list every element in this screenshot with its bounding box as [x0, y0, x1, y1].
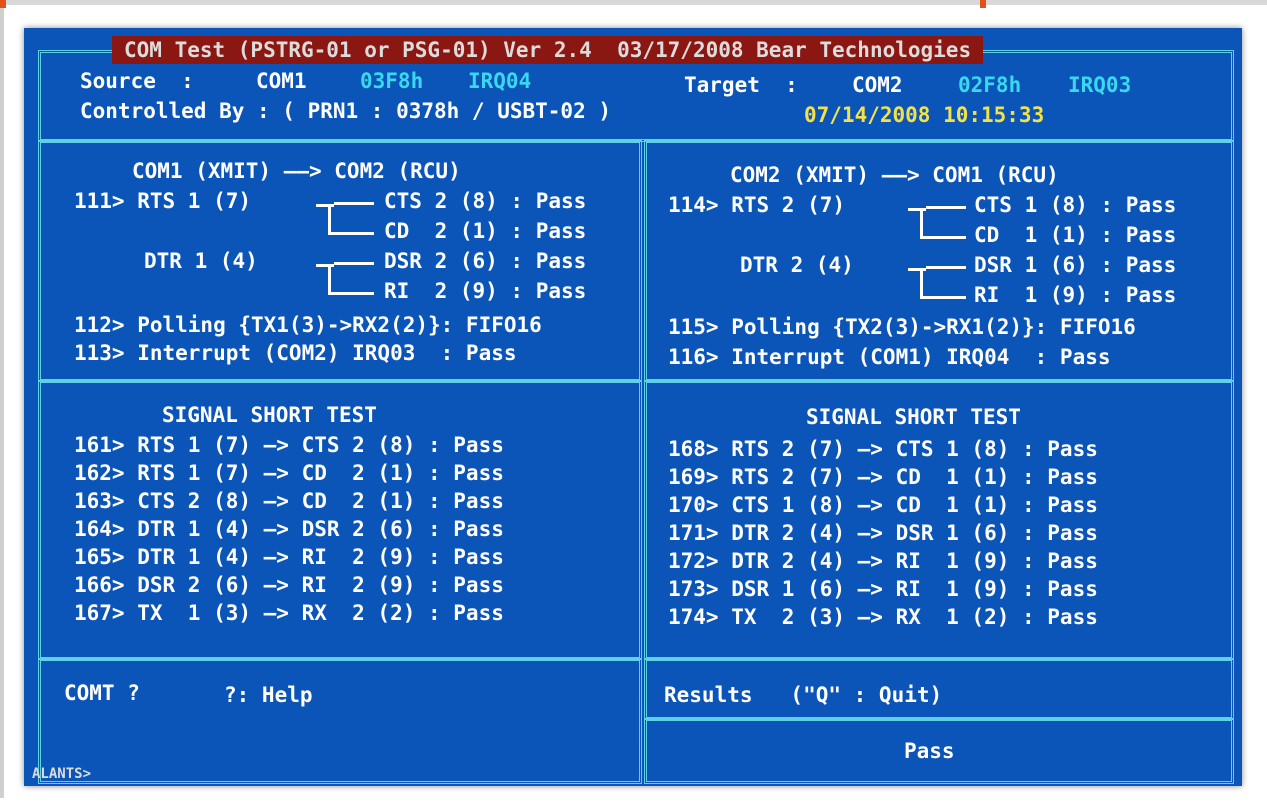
frame-edge — [0, 8, 4, 798]
left-line-cts: CTS 2 (8) : Pass — [384, 189, 587, 213]
help-hint: ?: Help — [224, 683, 313, 707]
left-line-ri: RI 2 (9) : Pass — [384, 279, 587, 303]
command-prompt[interactable]: COMT ? — [64, 680, 140, 707]
short-left-row: 161> RTS 1 (7) —> CTS 2 (8) : Pass — [74, 433, 504, 457]
browser-top-line — [0, 0, 1267, 5]
command-panel[interactable] — [38, 658, 642, 784]
source-port: COM1 — [256, 69, 307, 93]
short-left-row: 164> DTR 1 (4) —> DSR 2 (6) : Pass — [74, 517, 504, 541]
right-line-116: 116> Interrupt (COM1) IRQ04 : Pass — [668, 345, 1111, 369]
short-left-row: 167> TX 1 (3) —> RX 2 (2) : Pass — [74, 601, 504, 625]
short-right-row: 170> CTS 1 (8) —> CD 1 (1) : Pass — [668, 493, 1098, 517]
short-right-row: 171> DTR 2 (4) —> DSR 1 (6) : Pass — [668, 521, 1098, 545]
source-irq: IRQ04 — [468, 69, 532, 93]
right-line-cd: CD 1 (1) : Pass — [974, 223, 1177, 247]
short-right-row: 173> DSR 1 (6) —> RI 1 (9) : Pass — [668, 577, 1098, 601]
right-line-dtr: DTR 2 (4) — [740, 253, 854, 277]
left-line-112: 112> Polling {TX1(3)->RX2(2)}: FIFO16 — [74, 313, 542, 337]
right-line-dsr: DSR 1 (6) : Pass — [974, 253, 1177, 277]
short-left-row: 165> DTR 1 (4) —> RI 2 (9) : Pass — [74, 545, 504, 569]
left-line-cd: CD 2 (1) : Pass — [384, 219, 587, 243]
controlled-by: Controlled By : ( PRN1 : 0378h / USBT-02… — [80, 99, 612, 123]
source-label: Source : — [80, 69, 194, 93]
results-label: Results ("Q" : Quit) — [664, 683, 943, 707]
dos-screen: COM Test (PSTRG-01 or PSG-01) Ver 2.4 03… — [24, 28, 1242, 786]
frame-edge-right-mark — [980, 0, 986, 8]
left-loop-heading: COM1 (XMIT) ——> COM2 (RCU) — [132, 159, 461, 183]
target-port: COM2 — [852, 73, 903, 97]
right-line-115: 115> Polling {TX2(3)->RX1(2)}: FIFO16 — [668, 315, 1136, 339]
short-left-row: 166> DSR 2 (6) —> RI 2 (9) : Pass — [74, 573, 504, 597]
short-right-row: 168> RTS 2 (7) —> CTS 1 (8) : Pass — [668, 437, 1098, 461]
left-line-dtr: DTR 1 (4) — [144, 249, 258, 273]
date-time: 07/14/2008 10:15:33 — [804, 103, 1045, 127]
short-left-row: 162> RTS 1 (7) —> CD 2 (1) : Pass — [74, 461, 504, 485]
short-left-heading: SIGNAL SHORT TEST — [162, 403, 377, 427]
target-label: Target : — [684, 73, 798, 97]
right-line-ri: RI 1 (9) : Pass — [974, 283, 1177, 307]
right-line-cts: CTS 1 (8) : Pass — [974, 193, 1177, 217]
target-irq: IRQ03 — [1068, 73, 1132, 97]
frame-edge-left-mark — [0, 0, 6, 8]
short-left-row: 163> CTS 2 (8) —> CD 2 (1) : Pass — [74, 489, 504, 513]
results-value: Pass — [904, 739, 955, 763]
short-right-row: 172> DTR 2 (4) —> RI 1 (9) : Pass — [668, 549, 1098, 573]
source-address: 03F8h — [360, 69, 424, 93]
left-line-113: 113> Interrupt (COM2) IRQ03 : Pass — [74, 341, 517, 365]
left-line-dsr: DSR 2 (6) : Pass — [384, 249, 587, 273]
short-right-row: 169> RTS 2 (7) —> CD 1 (1) : Pass — [668, 465, 1098, 489]
window-title: COM Test (PSTRG-01 or PSG-01) Ver 2.4 03… — [112, 36, 984, 64]
corner-label: ALANTS> — [32, 766, 92, 782]
target-address: 02F8h — [958, 73, 1022, 97]
right-loop-heading: COM2 (XMIT) ——> COM1 (RCU) — [730, 163, 1059, 187]
short-right-heading: SIGNAL SHORT TEST — [806, 405, 1021, 429]
right-line-114: 114> RTS 2 (7) — [668, 193, 846, 217]
left-line-111: 111> RTS 1 (7) — [74, 189, 252, 213]
short-right-row: 174> TX 2 (3) —> RX 1 (2) : Pass — [668, 605, 1098, 629]
